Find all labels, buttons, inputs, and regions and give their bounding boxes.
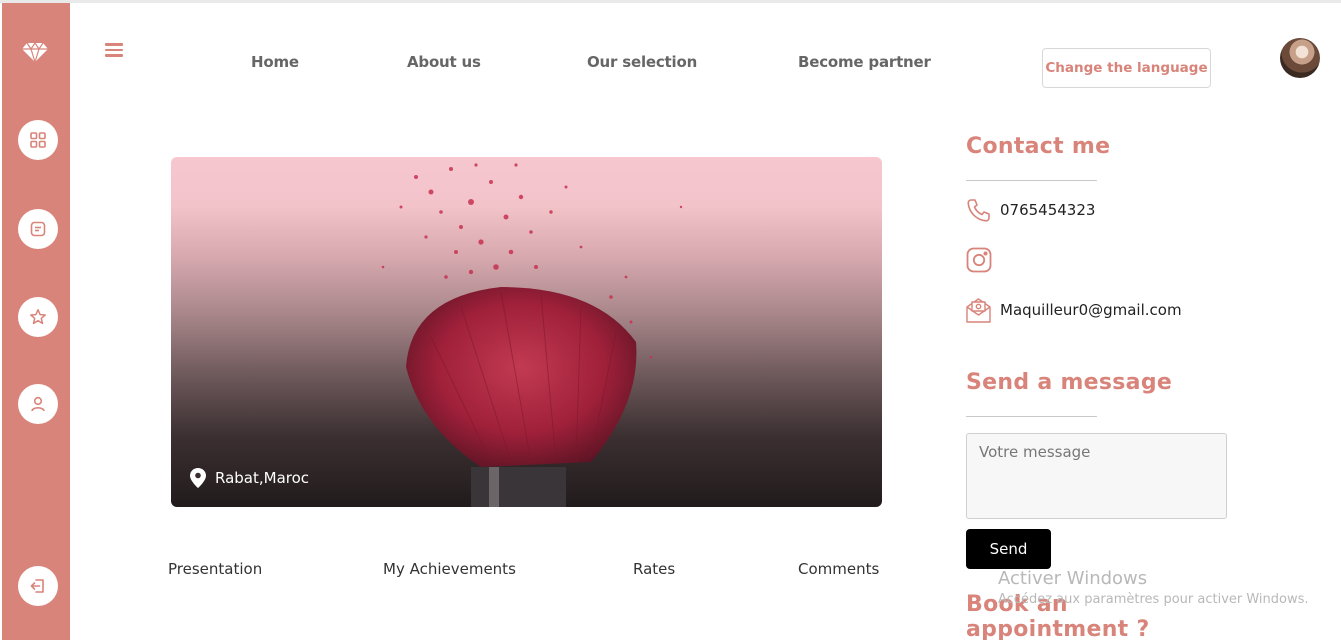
tab-achievements[interactable]: My Achievements bbox=[383, 560, 516, 578]
sidebar-item-notes[interactable] bbox=[18, 209, 58, 249]
tab-comments[interactable]: Comments bbox=[798, 560, 879, 578]
message-textarea[interactable] bbox=[966, 433, 1227, 519]
location-text: Rabat,Maroc bbox=[215, 469, 310, 487]
windows-activation-title: Activer Windows bbox=[998, 568, 1148, 589]
email-address[interactable]: Maquilleur0@gmail.com bbox=[1000, 301, 1182, 319]
change-language-button[interactable]: Change the language bbox=[1042, 48, 1211, 88]
sidebar-item-favorites[interactable] bbox=[18, 297, 58, 337]
hero-image bbox=[171, 157, 882, 507]
contact-title: Contact me bbox=[966, 134, 1111, 159]
star-icon bbox=[30, 309, 46, 325]
user-icon bbox=[31, 396, 45, 412]
nav-selection-link[interactable]: Our selection bbox=[587, 53, 697, 71]
contact-phone: 0765454323 bbox=[966, 198, 1095, 222]
phone-icon bbox=[967, 199, 990, 222]
nav-about-link[interactable]: About us bbox=[407, 53, 481, 71]
message-divider bbox=[966, 416, 1097, 417]
contact-instagram[interactable] bbox=[966, 247, 992, 273]
note-icon bbox=[30, 221, 46, 237]
mail-icon bbox=[966, 298, 991, 323]
diamond-logo-icon[interactable] bbox=[21, 37, 49, 65]
contact-divider bbox=[966, 180, 1097, 181]
nav-partner-link[interactable]: Become partner bbox=[798, 53, 931, 71]
logout-icon bbox=[30, 579, 44, 593]
instagram-icon[interactable] bbox=[966, 247, 992, 273]
avatar[interactable] bbox=[1280, 38, 1320, 78]
nav-home-link[interactable]: Home bbox=[251, 53, 299, 71]
send-button[interactable]: Send bbox=[966, 529, 1051, 569]
sidebar bbox=[2, 3, 70, 640]
tab-presentation[interactable]: Presentation bbox=[168, 560, 262, 578]
windows-activation-subtitle: Accédez aux paramètres pour activer Wind… bbox=[998, 592, 1309, 607]
phone-number[interactable]: 0765454323 bbox=[1000, 201, 1095, 219]
sidebar-item-dashboard[interactable] bbox=[18, 120, 58, 160]
map-pin-icon bbox=[190, 468, 206, 488]
grid-icon bbox=[30, 132, 46, 148]
sidebar-item-profile[interactable] bbox=[18, 384, 58, 424]
tab-rates[interactable]: Rates bbox=[633, 560, 675, 578]
menu-toggle-icon[interactable] bbox=[105, 43, 123, 57]
location-label: Rabat,Maroc bbox=[190, 468, 309, 488]
makeup-brush-illustration bbox=[381, 163, 683, 507]
contact-email: Maquilleur0@gmail.com bbox=[966, 297, 1182, 323]
top-border bbox=[0, 0, 1341, 3]
message-title: Send a message bbox=[966, 370, 1173, 395]
sidebar-item-logout[interactable] bbox=[18, 566, 58, 606]
